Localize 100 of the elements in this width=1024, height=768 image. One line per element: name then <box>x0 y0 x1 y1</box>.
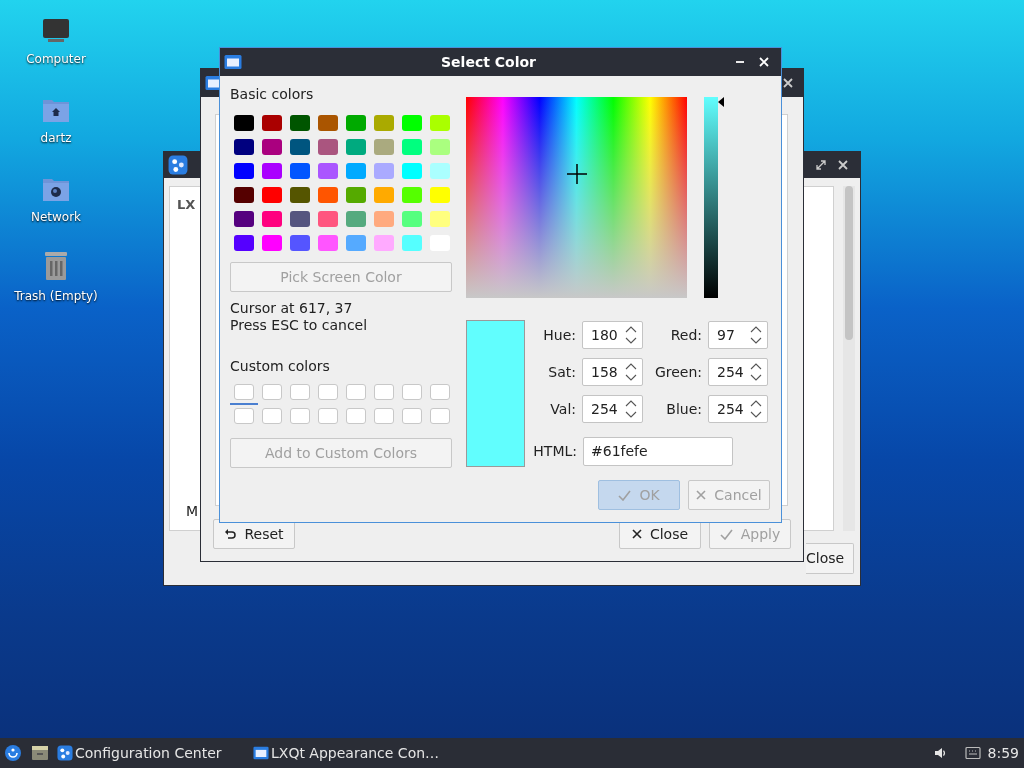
color-swatch[interactable] <box>346 235 366 251</box>
spin-arrows-icon[interactable] <box>625 399 637 419</box>
color-swatch[interactable] <box>234 211 254 227</box>
color-swatch[interactable] <box>374 211 394 227</box>
spin-arrows-icon[interactable] <box>750 362 762 382</box>
color-swatch[interactable] <box>374 235 394 251</box>
spin-field[interactable]: 180 <box>582 321 643 349</box>
taskbar-task[interactable]: Configuration Center <box>55 740 245 766</box>
spin-arrows-icon[interactable] <box>625 362 637 382</box>
spin-arrows-icon[interactable] <box>625 325 637 345</box>
color-swatch[interactable] <box>430 139 450 155</box>
network-folder-icon <box>42 176 70 202</box>
window-icon <box>253 745 269 761</box>
color-swatch[interactable] <box>402 211 422 227</box>
field-label: HTML: <box>532 442 577 461</box>
maximize-icon[interactable] <box>816 160 826 170</box>
spin-arrows-icon[interactable] <box>750 399 762 419</box>
item-label: M <box>186 502 199 521</box>
field-label: Green: <box>653 362 702 382</box>
desktop-icon-label[interactable]: Trash (Empty) <box>14 287 98 305</box>
color-swatch[interactable] <box>262 163 282 179</box>
color-swatch[interactable] <box>262 187 282 203</box>
close-icon <box>696 490 707 500</box>
clock[interactable]: 8:59 <box>987 742 1019 764</box>
color-swatch[interactable] <box>318 163 338 179</box>
color-swatch[interactable] <box>290 211 310 227</box>
color-swatch[interactable] <box>402 139 422 155</box>
color-swatch[interactable] <box>262 115 282 131</box>
color-swatch[interactable] <box>290 115 310 131</box>
color-swatch[interactable] <box>374 115 394 131</box>
color-swatch[interactable] <box>346 187 366 203</box>
color-swatch[interactable] <box>430 115 450 131</box>
spin-arrows-icon[interactable] <box>750 325 762 345</box>
color-swatch[interactable] <box>402 187 422 203</box>
spin-field[interactable]: 254 <box>708 358 768 386</box>
spin-field[interactable]: 97 <box>708 321 768 349</box>
close-button[interactable]: Close <box>806 543 854 574</box>
home-folder-icon <box>42 97 70 123</box>
field-label: Hue: <box>542 325 576 345</box>
spin-field[interactable]: 254 <box>582 395 643 423</box>
color-swatch[interactable] <box>262 211 282 227</box>
color-swatch[interactable] <box>346 163 366 179</box>
color-swatch[interactable] <box>374 163 394 179</box>
check-icon <box>719 528 733 540</box>
html-input-field[interactable]: #61fefe <box>583 437 733 466</box>
trash-icon <box>43 251 69 281</box>
cursor-info: Cursor at 617, 37 <box>230 300 354 317</box>
color-swatch[interactable] <box>318 115 338 131</box>
color-swatch[interactable] <box>290 163 310 179</box>
color-swatch[interactable] <box>290 235 310 251</box>
color-swatch[interactable] <box>346 211 366 227</box>
window-title: Select Color <box>440 52 537 72</box>
color-swatch[interactable] <box>234 163 254 179</box>
undo-icon <box>224 528 237 540</box>
color-swatch[interactable] <box>318 139 338 155</box>
window-icon <box>224 53 242 71</box>
value-slider[interactable] <box>704 97 724 298</box>
color-swatch[interactable] <box>318 187 338 203</box>
color-swatch[interactable] <box>346 139 366 155</box>
color-swatch[interactable] <box>402 235 422 251</box>
color-swatch[interactable] <box>234 235 254 251</box>
panel-heading: LX <box>177 196 196 214</box>
color-swatch[interactable] <box>262 235 282 251</box>
color-swatch[interactable] <box>374 187 394 203</box>
color-swatch[interactable] <box>402 115 422 131</box>
color-swatch[interactable] <box>430 163 450 179</box>
field-label: Blue: <box>665 399 702 419</box>
color-swatch[interactable] <box>318 211 338 227</box>
cursor-hint: Press ESC to cancel <box>230 317 369 334</box>
color-swatch[interactable] <box>374 139 394 155</box>
volume-icon[interactable] <box>932 746 947 760</box>
color-swatch[interactable] <box>290 187 310 203</box>
close-icon[interactable] <box>838 160 848 170</box>
close-icon[interactable] <box>783 78 793 88</box>
color-swatch[interactable] <box>234 115 254 131</box>
scrollbar[interactable] <box>843 186 855 531</box>
taskbar-task[interactable]: LXQt Appearance Con… <box>251 740 447 766</box>
spin-field[interactable]: 158 <box>582 358 643 386</box>
color-swatch[interactable] <box>234 139 254 155</box>
custom-color-slot[interactable] <box>230 381 258 405</box>
color-swatch[interactable] <box>234 187 254 203</box>
color-swatch[interactable] <box>318 235 338 251</box>
field-label: Sat: <box>547 362 576 382</box>
color-swatch[interactable] <box>430 187 450 203</box>
color-swatch[interactable] <box>290 139 310 155</box>
file-manager-icon[interactable] <box>31 745 49 761</box>
section-label: Basic colors <box>230 85 315 104</box>
color-swatch[interactable] <box>346 115 366 131</box>
section-label: Custom colors <box>230 357 331 376</box>
color-swatch[interactable] <box>430 211 450 227</box>
field-label: Val: <box>549 399 576 419</box>
keyboard-icon[interactable] <box>964 746 981 760</box>
close-icon <box>631 529 642 539</box>
start-menu-icon[interactable] <box>4 744 22 762</box>
color-swatch[interactable] <box>402 163 422 179</box>
color-swatch[interactable] <box>262 139 282 155</box>
spin-field[interactable]: 254 <box>708 395 768 423</box>
app-icon <box>168 155 188 175</box>
desktop-icon-label[interactable]: Network <box>30 208 82 226</box>
slider-arrow[interactable] <box>718 97 724 107</box>
